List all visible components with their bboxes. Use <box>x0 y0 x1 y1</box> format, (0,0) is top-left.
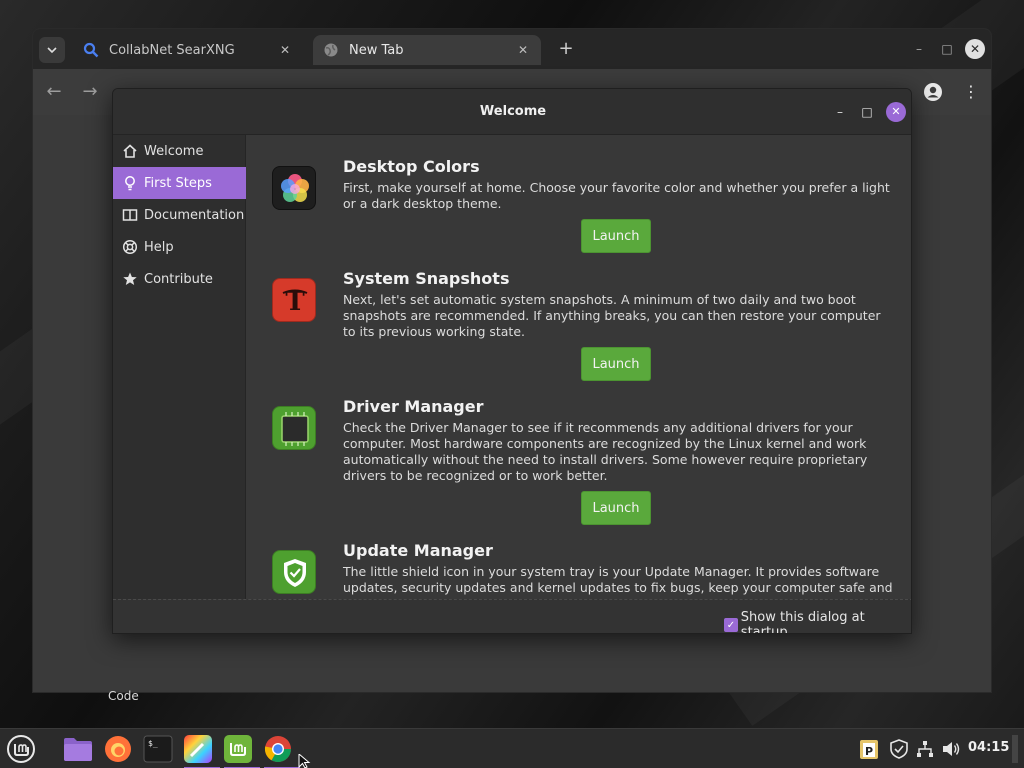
tab-collabnet-searxng[interactable]: CollabNet SearXNG ✕ <box>73 35 303 65</box>
tab-new-tab[interactable]: New Tab ✕ <box>313 35 541 65</box>
account-icon <box>924 83 942 101</box>
show-desktop-button[interactable] <box>1012 735 1018 763</box>
chrome-icon <box>264 736 292 763</box>
new-tab-button[interactable]: + <box>555 38 577 60</box>
sidebar-item-help[interactable]: Help <box>113 231 246 263</box>
sidebar-item-label: Help <box>144 239 174 255</box>
sidebar-item-first-steps[interactable]: First Steps <box>113 167 246 199</box>
dialog-footer: ✓ Show this dialog at startup <box>113 599 911 634</box>
update-shield-icon <box>890 739 908 759</box>
tab-strip: CollabNet SearXNG ✕ New Tab ✕ + – □ ✕ <box>33 29 991 69</box>
sidebar-item-label: Contribute <box>144 271 213 287</box>
sidebar-item-label: Welcome <box>144 143 204 159</box>
tab-close-button[interactable]: ✕ <box>277 43 293 57</box>
app-title: Driver Manager <box>343 397 484 416</box>
sidebar-item-welcome[interactable]: Welcome <box>113 135 246 167</box>
welcome-dialog: Welcome – □ ✕ Welcome First Steps Docume… <box>112 88 912 634</box>
color-picker-icon <box>184 735 212 763</box>
checkbox-label: Show this dialog at startup <box>740 610 865 634</box>
mint-menu-icon <box>7 735 35 763</box>
network-icon <box>917 741 933 757</box>
dialog-minimize-button[interactable]: – <box>831 103 849 121</box>
home-icon <box>122 143 138 159</box>
tab-search-button[interactable] <box>39 37 65 63</box>
app-description: Next, let's set automatic system snapsho… <box>343 292 881 339</box>
tab-title: New Tab <box>349 42 404 58</box>
show-at-startup-checkbox[interactable]: ✓ Show this dialog at startup <box>724 610 911 634</box>
app-title: Update Manager <box>343 541 493 560</box>
desktop-icon-label[interactable]: Code <box>108 689 139 703</box>
browser-menu-button[interactable]: ⋮ <box>961 81 981 103</box>
app-description: First, make yourself at home. Choose you… <box>343 180 890 211</box>
svg-text:$_: $_ <box>148 739 158 748</box>
mint-welcome-icon <box>224 735 252 763</box>
app-description: The little shield icon in your system tr… <box>343 564 893 595</box>
taskbar-files[interactable] <box>62 733 94 765</box>
taskbar: $_ P 04:15 <box>0 728 1024 768</box>
terminal-icon: $_ <box>143 735 173 763</box>
welcome-sidebar: Welcome First Steps Documentation Help C… <box>113 135 246 599</box>
tab-title: CollabNet SearXNG <box>109 42 235 58</box>
browser-maximize-button[interactable]: □ <box>937 39 957 59</box>
globe-icon <box>323 42 339 58</box>
shield-icon <box>272 550 316 594</box>
tab-close-button[interactable]: ✕ <box>515 43 531 57</box>
chevron-down-icon <box>47 47 57 54</box>
mouse-cursor-icon <box>298 754 311 768</box>
lightbulb-icon <box>122 175 138 191</box>
sidebar-item-contribute[interactable]: Contribute <box>113 263 246 295</box>
clock[interactable]: 04:15 <box>968 740 1009 755</box>
browser-close-button[interactable]: ✕ <box>965 39 985 59</box>
app-title: System Snapshots <box>343 269 510 288</box>
tray-clipboard[interactable]: P <box>858 738 880 760</box>
taskbar-mint-welcome[interactable] <box>222 733 260 768</box>
taskbar-chrome[interactable] <box>262 733 300 768</box>
tray-network[interactable] <box>914 738 936 760</box>
chip-icon <box>272 406 316 450</box>
launch-driver-manager-button[interactable]: Launch <box>581 491 651 525</box>
star-icon <box>122 271 138 287</box>
lifebuoy-icon <box>122 239 138 255</box>
svg-text:P: P <box>865 745 873 758</box>
firefox-icon <box>105 736 131 762</box>
dialog-title: Welcome <box>479 104 547 119</box>
mint-menu-button[interactable] <box>5 733 37 765</box>
forward-button[interactable]: → <box>79 81 101 103</box>
launch-desktop-colors-button[interactable]: Launch <box>581 219 651 253</box>
tray-update-manager[interactable] <box>888 738 910 760</box>
launch-system-snapshots-button[interactable]: Launch <box>581 347 651 381</box>
clipboard-icon: P <box>860 740 878 759</box>
browser-minimize-button[interactable]: – <box>909 39 929 59</box>
timeshift-icon: T <box>272 278 316 322</box>
color-flower-icon <box>272 166 316 210</box>
sidebar-item-label: First Steps <box>144 175 212 191</box>
tray-volume[interactable] <box>940 738 962 760</box>
checkbox-checked-icon: ✓ <box>724 618 738 632</box>
first-steps-content: Desktop Colors First, make yourself at h… <box>247 135 911 599</box>
dialog-maximize-button[interactable]: □ <box>858 103 876 121</box>
volume-icon <box>943 742 960 756</box>
profile-button[interactable] <box>923 82 943 102</box>
sidebar-item-label: Documentation <box>144 207 245 223</box>
search-icon <box>83 42 99 58</box>
sidebar-item-documentation[interactable]: Documentation <box>113 199 246 231</box>
taskbar-color-picker[interactable] <box>182 733 220 768</box>
dialog-close-button[interactable]: ✕ <box>886 102 906 122</box>
app-description: Check the Driver Manager to see if it re… <box>343 420 868 483</box>
app-title: Desktop Colors <box>343 157 480 176</box>
files-icon <box>64 738 92 761</box>
dialog-header: Welcome – □ ✕ <box>113 89 911 135</box>
taskbar-firefox[interactable] <box>102 733 134 765</box>
book-icon <box>122 207 138 223</box>
taskbar-terminal[interactable]: $_ <box>142 733 174 765</box>
back-button[interactable]: ← <box>43 81 65 103</box>
